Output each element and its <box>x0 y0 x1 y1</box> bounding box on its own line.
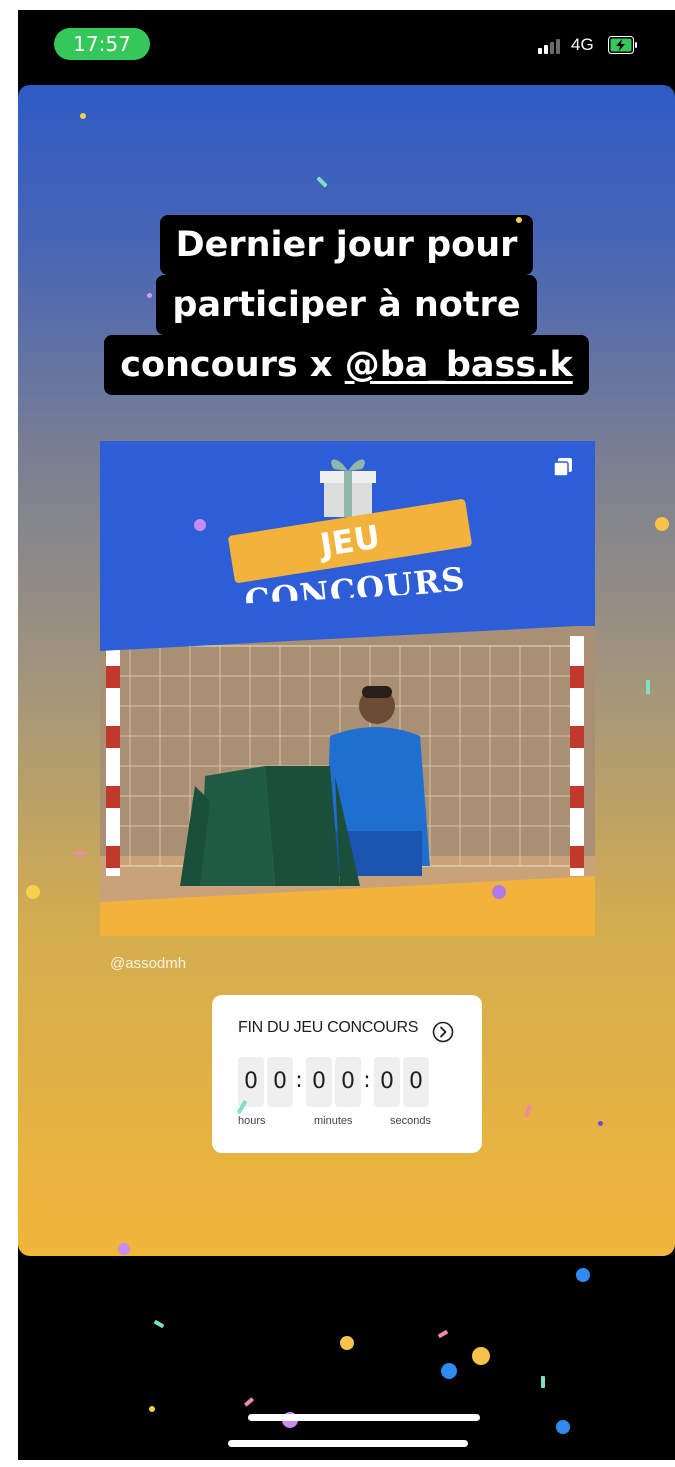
confetti-dot <box>598 1121 603 1126</box>
status-time[interactable]: 17:57 <box>54 28 150 60</box>
confetti-piece <box>541 1376 545 1388</box>
confetti-piece <box>524 1104 532 1118</box>
story-card[interactable]: Dernier jour pour participer à notre con… <box>18 85 675 1256</box>
countdown-separator: : <box>295 1068 303 1093</box>
confetti-piece <box>243 1397 255 1407</box>
status-bar: 17:57 4G <box>18 10 675 80</box>
carousel-icon <box>553 458 572 477</box>
chevron-right-circle-icon[interactable] <box>432 1021 454 1043</box>
confetti-dot <box>655 517 669 531</box>
mention-link[interactable]: @ba_bass.k <box>345 345 573 385</box>
hours-label: hours <box>238 1115 266 1127</box>
confetti-piece <box>153 1319 165 1329</box>
seconds-digit-2: 0 <box>403 1057 429 1107</box>
home-indicator[interactable] <box>228 1440 468 1447</box>
minutes-digit-1: 0 <box>306 1057 332 1107</box>
shared-post[interactable]: JEU CONCOURS <box>100 441 595 936</box>
gift-icon <box>320 459 376 517</box>
phone-screen: 17:57 4G Dernier jour pour participer à … <box>18 10 675 1460</box>
countdown-separator: : <box>363 1068 371 1093</box>
headline-line-3-text: concours x <box>120 345 345 385</box>
headline-line-3: concours x @ba_bass.k <box>104 335 589 395</box>
home-indicator-ghost <box>248 1414 480 1421</box>
confetti-dot <box>492 885 506 899</box>
hours-digit-1: 0 <box>238 1057 264 1107</box>
story-headline: Dernier jour pour participer à notre con… <box>18 215 675 395</box>
confetti-dot <box>26 885 40 899</box>
confetti-dot <box>194 519 206 531</box>
hours-digit-2: 0 <box>267 1057 293 1107</box>
seconds-label: seconds <box>390 1115 431 1127</box>
confetti-dot <box>472 1347 490 1365</box>
confetti-piece <box>316 176 328 188</box>
confetti-dot <box>340 1336 354 1350</box>
confetti-dot <box>441 1363 457 1379</box>
minutes-digit-2: 0 <box>335 1057 361 1107</box>
post-author-credit[interactable]: @assodmh <box>110 955 186 972</box>
headline-line-1: Dernier jour pour <box>159 215 534 275</box>
network-type-label: 4G <box>571 35 594 54</box>
confetti-dot <box>118 1243 130 1255</box>
confetti-piece <box>437 1329 449 1339</box>
confetti-piece <box>646 680 650 694</box>
confetti-piece <box>74 851 86 855</box>
countdown-sticker[interactable]: FIN DU JEU CONCOURS 0 0 : 0 0 : 0 0 hour… <box>212 995 482 1153</box>
confetti-dot <box>80 113 86 119</box>
battery-charging-icon <box>608 36 637 54</box>
cellular-signal-icon <box>538 38 566 54</box>
countdown-title: FIN DU JEU CONCOURS <box>238 1019 419 1036</box>
minutes-label: minutes <box>314 1115 353 1127</box>
confetti-dot <box>149 1406 155 1412</box>
confetti-dot <box>556 1420 570 1434</box>
confetti-dot <box>147 293 152 298</box>
seconds-digit-1: 0 <box>374 1057 400 1107</box>
headline-line-2: participer à notre <box>156 275 537 335</box>
confetti-dot <box>576 1268 590 1282</box>
confetti-dot <box>516 217 522 223</box>
